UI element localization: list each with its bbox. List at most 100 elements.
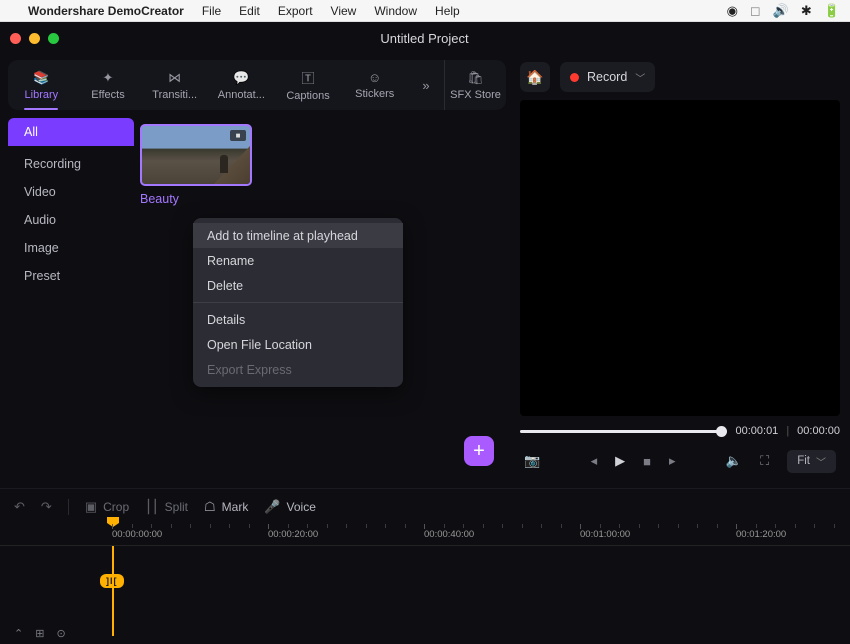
mark-icon: ☖ [204, 499, 216, 515]
home-button[interactable]: 🏠 [520, 62, 550, 92]
tab-effects-label: Effects [91, 89, 124, 101]
playhead-badge[interactable]: ]I[ [100, 574, 124, 588]
play-button[interactable]: ▶ [615, 453, 625, 469]
asset-context-menu: Add to timeline at playhead Rename Delet… [193, 218, 403, 387]
redo-icon: ↷ [41, 499, 52, 515]
preview-progress[interactable] [520, 430, 727, 433]
close-window-button[interactable] [10, 33, 21, 44]
stop-button[interactable]: ■ [643, 454, 651, 469]
preview-panel: 🏠 Record ﹀ 00:00:01 | 00:00:00 📷 ◂ ▶ ■ [514, 54, 850, 484]
voice-label: Voice [287, 500, 316, 514]
record-label: Record [587, 70, 627, 84]
asset-item[interactable]: ■ Beauty [140, 124, 252, 206]
menu-edit[interactable]: Edit [239, 4, 260, 18]
undo-button[interactable]: ↶ [14, 499, 25, 515]
zoom-fit-dropdown[interactable]: Fit ﹀ [787, 450, 836, 473]
timeline-ruler[interactable]: 00:00:00:0000:00:20:0000:00:40:0000:01:0… [0, 524, 850, 546]
screencast-icon[interactable]: ◉ [727, 3, 738, 19]
next-frame-button[interactable]: ▸ [669, 453, 676, 469]
category-audio[interactable]: Audio [8, 206, 134, 234]
category-all[interactable]: All [8, 118, 134, 146]
progress-knob[interactable] [716, 426, 727, 437]
time-divider: | [786, 425, 789, 437]
category-recording[interactable]: Recording [8, 150, 134, 178]
tab-sfx-label: SFX Store [450, 89, 501, 101]
time-current: 00:00:01 [735, 425, 778, 437]
tab-annotations[interactable]: 💬 Annotat... [208, 60, 275, 110]
zoom-label: Fit [797, 455, 810, 467]
record-dot-icon [570, 73, 579, 82]
video-type-icon: ■ [230, 130, 246, 141]
add-media-button[interactable]: + [464, 436, 494, 466]
menu-view[interactable]: View [331, 4, 357, 18]
tab-annotations-label: Annotat... [218, 89, 265, 101]
tab-captions[interactable]: 🅃Captions [275, 60, 342, 110]
crop-label: Crop [103, 500, 129, 514]
ctx-rename[interactable]: Rename [193, 248, 403, 273]
menu-window[interactable]: Window [374, 4, 417, 18]
split-button[interactable]: ⎮⎮Split [145, 499, 188, 515]
ctx-add-to-timeline[interactable]: Add to timeline at playhead [193, 223, 403, 248]
ctx-details[interactable]: Details [193, 307, 403, 332]
tab-effects[interactable]: ✦Effects [75, 60, 142, 110]
ruler-tick: 00:00:40:00 [424, 529, 474, 540]
ctx-open-location[interactable]: Open File Location [193, 332, 403, 357]
tab-transitions-label: Transiti... [152, 89, 197, 101]
split-icon: ⎮⎮ [145, 499, 159, 515]
video-preview[interactable] [520, 100, 840, 416]
voice-button[interactable]: 🎤Voice [264, 499, 316, 515]
annotations-icon: 💬 [233, 70, 249, 86]
undo-icon: ↶ [14, 499, 25, 515]
menu-help[interactable]: Help [435, 4, 460, 18]
mark-button[interactable]: ☖ Mark [204, 499, 248, 515]
overflow-icon: » [422, 78, 429, 93]
battery-icon[interactable]: 🔋 [824, 3, 840, 19]
project-title: Untitled Project [59, 31, 790, 46]
tl-lock-button[interactable]: ⊙ [56, 627, 65, 640]
ruler-tick: 00:00:20:00 [268, 529, 318, 540]
tab-stickers-label: Stickers [355, 88, 394, 100]
category-video[interactable]: Video [8, 178, 134, 206]
app-menu[interactable]: Wondershare DemoCreator [28, 4, 184, 18]
time-total: 00:00:00 [797, 425, 840, 437]
category-preset[interactable]: Preset [8, 262, 134, 290]
tabs-overflow[interactable]: » [408, 60, 444, 110]
asset-label: Beauty [140, 192, 252, 206]
home-icon: 🏠 [526, 69, 543, 86]
tab-transitions[interactable]: ⋈Transiti... [141, 60, 208, 110]
volume-icon[interactable]: 🔊 [773, 3, 789, 19]
mute-button[interactable]: 🔈 [726, 453, 742, 469]
tab-captions-label: Captions [286, 90, 329, 102]
zoom-window-button[interactable] [48, 33, 59, 44]
bluetooth-icon[interactable]: ✱ [801, 3, 812, 19]
snapshot-button[interactable]: 📷 [524, 453, 540, 469]
fullscreen-button[interactable]: ⛶ [760, 453, 769, 469]
siri-icon[interactable]: ◻ [750, 3, 761, 19]
ruler-tick: 00:00:00:00 [112, 529, 162, 540]
chevron-down-icon: ﹀ [816, 454, 826, 469]
crop-icon: ▣ [85, 499, 97, 515]
prev-frame-button[interactable]: ◂ [591, 453, 598, 469]
category-image[interactable]: Image [8, 234, 134, 262]
tl-snap-button[interactable]: ⊞ [35, 627, 44, 640]
tab-sfx-store[interactable]: 🛍SFX Store [444, 60, 506, 110]
ctx-separator [193, 302, 403, 303]
record-button[interactable]: Record ﹀ [560, 62, 655, 92]
menu-file[interactable]: File [202, 4, 221, 18]
crop-button[interactable]: ▣ Crop [85, 499, 129, 515]
timeline-footer-controls: ⌃ ⊞ ⊙ [14, 627, 66, 640]
menu-export[interactable]: Export [278, 4, 313, 18]
tab-library[interactable]: 📚Library [8, 60, 75, 110]
ctx-delete[interactable]: Delete [193, 273, 403, 298]
tl-collapse-button[interactable]: ⌃ [14, 627, 23, 640]
asset-thumbnail[interactable]: ■ [140, 124, 252, 186]
timeline[interactable]: 00:00:00:0000:00:20:0000:00:40:0000:01:0… [0, 524, 850, 644]
titlebar: Untitled Project [0, 22, 850, 54]
minimize-window-button[interactable] [29, 33, 40, 44]
redo-button[interactable]: ↷ [41, 499, 52, 515]
library-icon: 📚 [33, 70, 49, 86]
mark-label: Mark [222, 500, 249, 514]
tab-stickers[interactable]: ☺Stickers [341, 60, 408, 110]
window-controls [10, 33, 59, 44]
chevron-down-icon: ﹀ [635, 70, 645, 85]
